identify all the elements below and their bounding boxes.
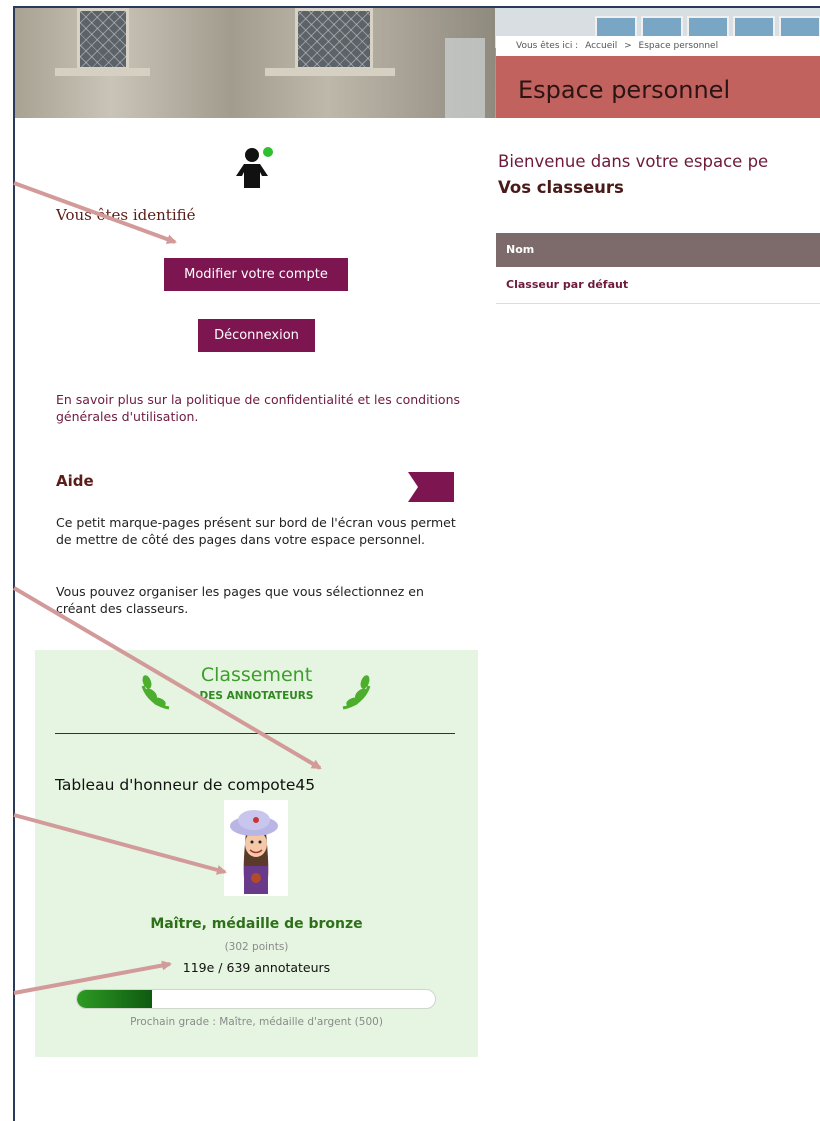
binders-table: Nom Classeur par défaut (496, 233, 820, 304)
window (77, 8, 129, 70)
current-grade: Maître, médaille de bronze (150, 916, 363, 932)
binders-heading: Vos classeurs (498, 178, 624, 197)
breadcrumb-home-link[interactable]: Accueil (585, 41, 617, 51)
next-grade: Prochain grade : Maître, médaille d'arge… (130, 1016, 383, 1028)
user-connected-icon (236, 147, 273, 188)
bookmark-icon[interactable] (408, 472, 454, 502)
identified-heading: Vous êtes identifié (56, 206, 196, 224)
avatar (224, 800, 288, 896)
table-header-name: Nom (496, 233, 820, 267)
help-heading: Aide (56, 472, 94, 490)
window-sill (55, 68, 150, 76)
rank-position: 119e / 639 annotateurs (182, 960, 331, 975)
grade-progress-bar (76, 989, 436, 1009)
page-frame: Vous êtes ici : Accueil > Espace personn… (13, 6, 820, 1121)
laurel-icon (342, 675, 371, 710)
help-paragraph: Ce petit marque-pages présent sur bord d… (56, 515, 456, 547)
grade-progress-fill (77, 990, 153, 1008)
honor-roll-title: Tableau d'honneur de compote45 (55, 776, 316, 794)
breadcrumb-prefix: Vous êtes ici : (516, 41, 579, 51)
page-title-bar: Espace personnel (496, 56, 820, 118)
table-row[interactable]: Classeur par défaut (496, 267, 820, 304)
annotator-ranking-panel: Classement DES ANNOTATEURS Tableau d'hon… (35, 650, 478, 1057)
logout-button[interactable]: Déconnexion (198, 319, 315, 352)
breadcrumb-separator: > (624, 41, 632, 51)
page-title: Espace personnel (518, 76, 731, 104)
privacy-policy-link[interactable]: En savoir plus sur la politique de confi… (56, 391, 466, 425)
window (295, 8, 373, 70)
breadcrumb: Vous êtes ici : Accueil > Espace personn… (496, 36, 820, 56)
divider (55, 733, 455, 734)
help-paragraph: Vous pouvez organiser les pages que vous… (56, 584, 424, 616)
ranking-subtitle: DES ANNOTATEURS (199, 690, 314, 702)
window-sill (265, 68, 395, 76)
modify-account-button[interactable]: Modifier votre compte (164, 258, 348, 291)
welcome-heading: Bienvenue dans votre espace pe (498, 152, 769, 171)
window-blind (445, 38, 485, 118)
ranking-title: Classement (200, 664, 313, 686)
breadcrumb-current: Espace personnel (638, 41, 719, 51)
points-count: (302 points) (224, 941, 289, 953)
